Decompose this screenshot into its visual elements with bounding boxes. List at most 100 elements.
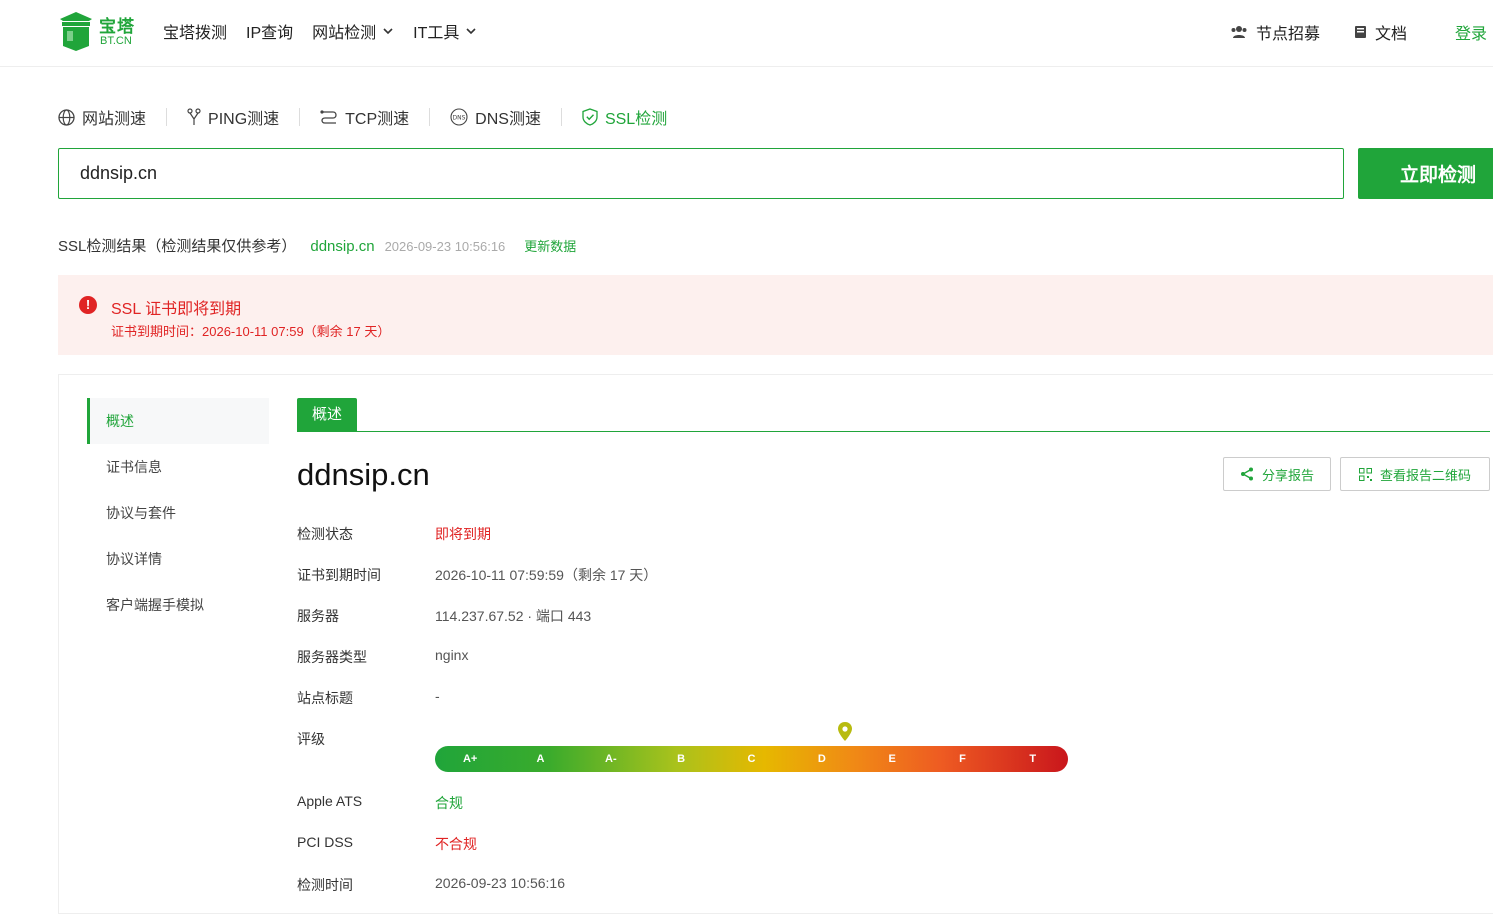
shield-check-icon [582,108,598,126]
grade-label: C [747,753,756,765]
tab-label: 网站测速 [82,111,147,128]
book-icon [1354,26,1366,38]
row-value: - [435,688,440,704]
row-key: 服务器 [297,608,339,624]
row-key: 评级 [297,731,325,747]
result-summary: SSL检测结果（检测结果仅供参考） ddnsip.cn 2026-09-23 1… [58,235,576,256]
nav-site-check[interactable]: 网站检测 [312,20,394,42]
nav-label: 宝塔拨测 [163,25,228,42]
grade-label: A- [605,753,617,765]
overview-domain: ddnsip.cn [297,457,430,492]
result-timestamp: 2026-09-23 10:56:16 [384,239,506,254]
sidebar-item-protocol-details[interactable]: 协议详情 [87,536,269,582]
pagoda-logo-icon [60,12,92,51]
users-icon [1231,26,1247,38]
row-key: 检测状态 [297,526,353,542]
check-now-button[interactable]: 立即检测 [1358,148,1493,199]
nav-ip-query[interactable]: IP查询 [246,20,293,42]
row-value: nginx [435,647,469,663]
nav-bt-dial[interactable]: 宝塔拨测 [163,20,227,42]
view-qr-button[interactable]: 查看报告二维码 [1340,457,1490,491]
row-value: 2026-09-23 10:56:16 [435,875,565,891]
login-link[interactable]: 登录 [1455,20,1487,44]
grade-label: A+ [462,753,478,765]
sidebar-item-cert-info[interactable]: 证书信息 [87,444,269,490]
tab-overview[interactable]: 概述 [297,398,357,431]
map-pin-icon [838,722,852,741]
chevron-down-icon [383,28,393,35]
tool-tabs: 网站测速 PING测速 TCP测速 DNS DNS测速 SSL检测 [58,106,667,128]
alert-subtitle: 证书到期时间：2026-10-11 07:59（剩余 17 天） [111,324,391,339]
row-grade: 评级 [297,729,435,749]
row-key: 检测时间 [297,877,353,893]
tab-label: DNS测速 [475,111,541,128]
divider [299,108,301,126]
nav-label: IT工具 [413,25,460,42]
section-tabbar: 概述 [297,398,1490,432]
main-nav: 宝塔拨测 IP查询 网站检测 IT工具 [163,20,496,42]
tab-label: SSL检测 [604,111,668,128]
row-site-title: 站点标题 - [297,688,440,708]
grade-label: A [536,753,545,765]
grade-label: B [677,753,686,765]
sidebar-item-protocols-suites[interactable]: 协议与套件 [87,490,269,536]
fork-icon [187,108,201,125]
row-key: PCI DSS [297,834,354,850]
top-header: 宝塔 BT.CN 宝塔拨测 IP查询 网站检测 IT工具 节点招募 文档 登录 [0,0,1493,67]
refresh-data-link[interactable]: 更新数据 [524,236,576,255]
node-recruit-link[interactable]: 节点招募 [1230,20,1320,44]
sidebar-item-handshake-sim[interactable]: 客户端握手模拟 [87,582,269,628]
row-key: 服务器类型 [297,649,367,665]
tab-ping[interactable]: PING测速 [187,105,279,129]
expiry-alert: ! SSL 证书即将到期 证书到期时间：2026-10-11 07:59（剩余 … [58,275,1493,355]
share-icon [1240,467,1253,481]
row-expiry: 证书到期时间 2026-10-11 07:59:59（剩余 17 天） [297,565,657,585]
bt-logo[interactable]: 宝塔 BT.CN [58,10,138,54]
result-domain-link[interactable]: ddnsip.cn [310,238,374,255]
nav-it-tools[interactable]: IT工具 [413,20,477,42]
sidebar-item-overview[interactable]: 概述 [87,398,269,444]
tab-dns[interactable]: DNS DNS测速 [450,105,541,129]
grade-label: E [888,753,896,765]
logo-text-cn: 宝塔 [99,17,135,36]
row-value: 即将到期 [435,526,491,542]
tab-label: PING测速 [208,111,280,128]
globe-icon [58,108,75,126]
nav-label: 网站检测 [312,25,377,42]
row-pci-dss: PCI DSS 不合规 [297,834,477,854]
row-value: 不合规 [435,836,477,852]
docs-link[interactable]: 文档 [1354,20,1407,44]
divider [560,108,562,126]
chevron-down-icon [466,28,476,35]
row-key: Apple ATS [297,793,363,809]
row-apple-ats: Apple ATS 合规 [297,793,463,813]
row-check-time: 检测时间 2026-09-23 10:56:16 [297,875,565,895]
tab-label: TCP测速 [345,111,410,128]
nav-label: IP查询 [246,25,294,42]
grade-label: T [1029,753,1037,765]
grade-label: F [959,753,966,765]
error-icon: ! [79,296,97,314]
row-server-type: 服务器类型 nginx [297,647,468,667]
share-label: 分享报告 [1261,467,1314,483]
recruit-label: 节点招募 [1255,26,1320,43]
row-value: 合规 [435,795,463,811]
tab-tcp[interactable]: TCP测速 [320,105,409,129]
grade-label: D [817,753,826,765]
dns-icon: DNS [450,108,468,126]
tab-ssl[interactable]: SSL检测 [582,105,667,129]
result-title: SSL检测结果（检测结果仅供参考） [58,238,297,255]
row-key: 站点标题 [297,690,353,706]
route-icon [320,110,337,124]
domain-input[interactable] [58,148,1344,199]
sidebar-menu: 概述 证书信息 协议与套件 协议详情 客户端握手模拟 [87,398,269,628]
share-report-button[interactable]: 分享报告 [1223,457,1331,491]
row-value: 2026-10-11 07:59:59（剩余 17 天） [435,567,658,583]
qr-code-icon [1358,467,1372,481]
grade-scale: A+ A A- B C D E F T [435,746,1068,772]
result-panel: 概述 证书信息 协议与套件 协议详情 客户端握手模拟 概述 ddnsip.cn … [58,374,1493,914]
row-key: 证书到期时间 [297,567,381,583]
row-server: 服务器 114.237.67.52 · 端口 443 [297,606,591,626]
row-status: 检测状态 即将到期 [297,524,491,544]
tab-site-speed[interactable]: 网站测速 [58,105,146,129]
